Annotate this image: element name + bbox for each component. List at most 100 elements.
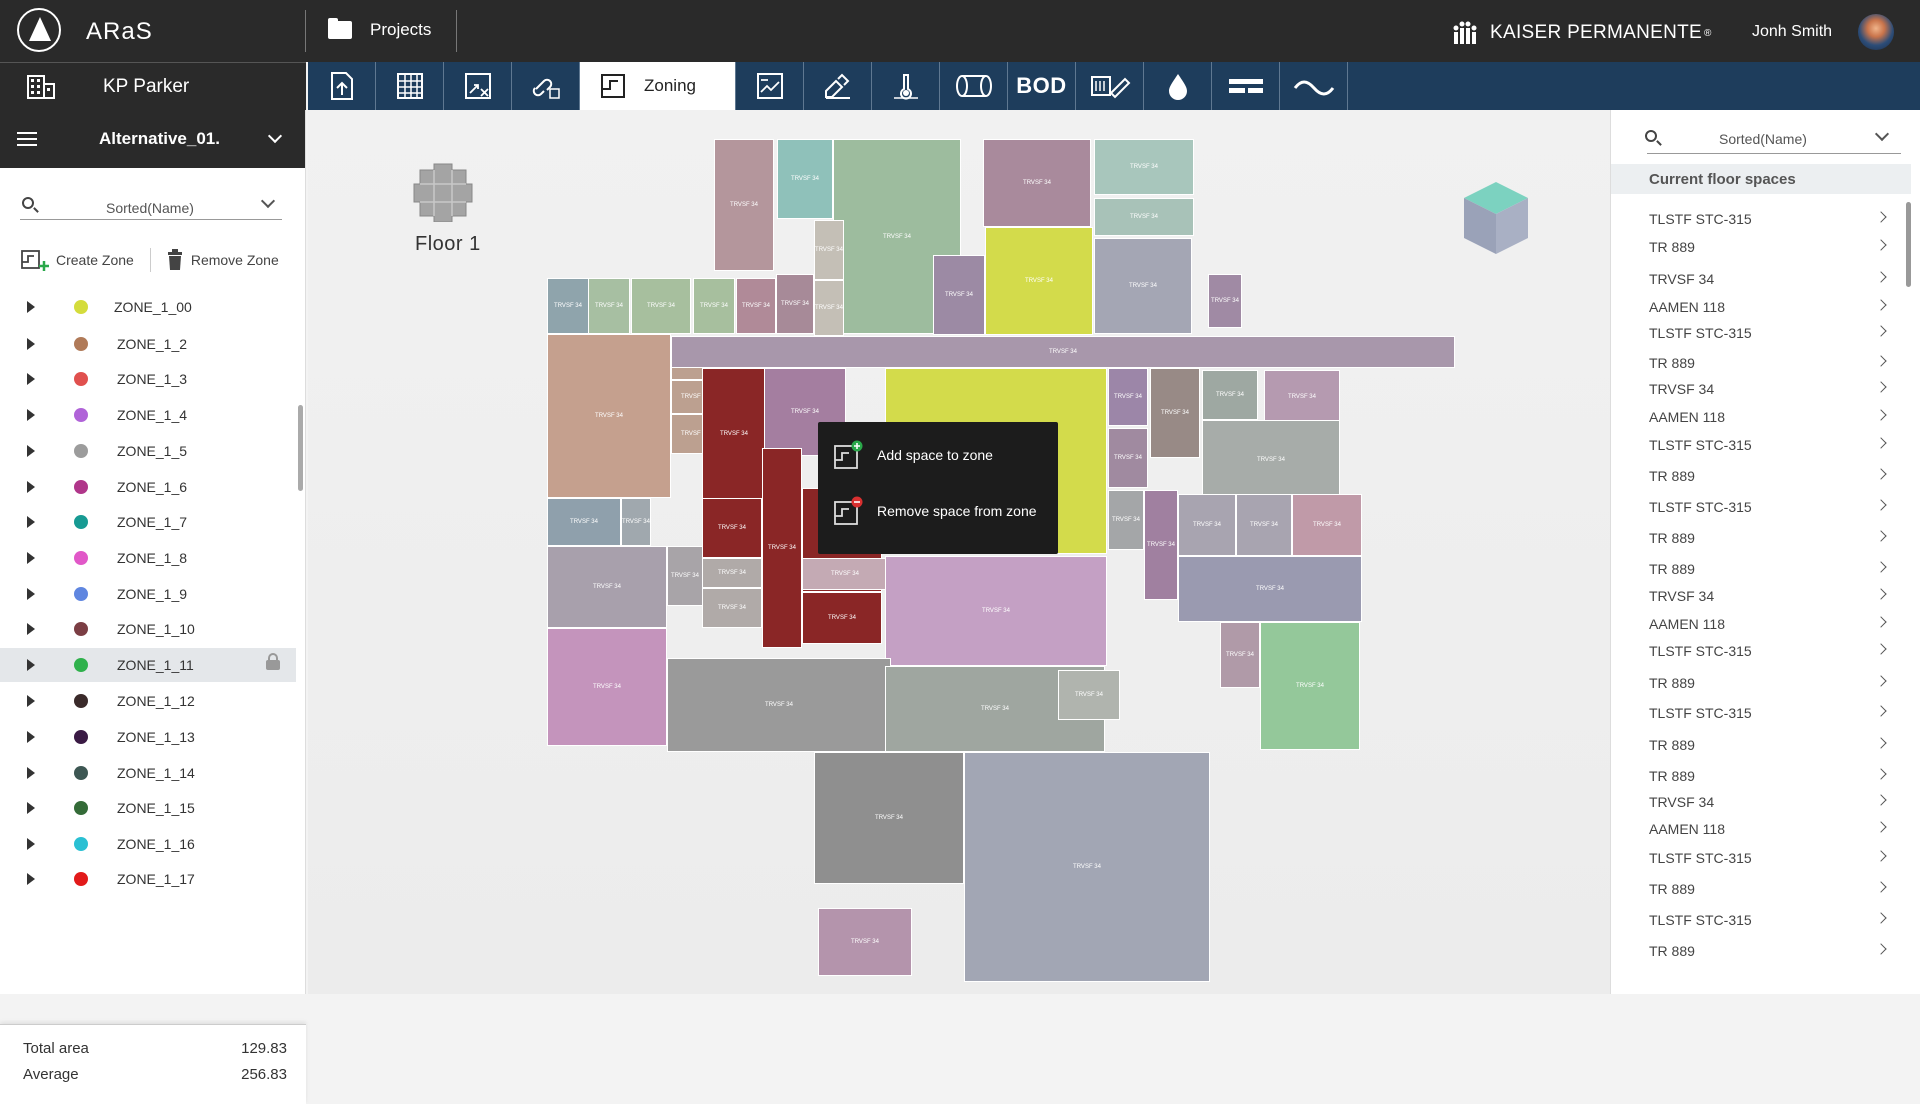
space-list-item[interactable]: TR 889 (1649, 673, 1899, 693)
create-zone-button[interactable]: Create Zone (20, 248, 134, 272)
space-list-item[interactable]: TR 889 (1649, 466, 1899, 486)
floor-space[interactable]: TRVSF 34 (714, 139, 774, 271)
space-list-item[interactable]: TR 889 (1649, 237, 1899, 257)
floor-space[interactable]: TRVSF 34 (1178, 494, 1236, 556)
link-tool-button[interactable] (512, 62, 580, 110)
floor-space[interactable]: TRVSF 34 (1108, 490, 1144, 550)
floor-space[interactable]: TRVSF 34 (1108, 428, 1148, 488)
thermometer-tool-button[interactable] (872, 62, 940, 110)
floor-space[interactable]: TRVSF 34 (1150, 368, 1200, 458)
space-list-item[interactable]: TLSTF STC-315 (1649, 910, 1899, 930)
space-list-item[interactable]: TLSTF STC-315 (1649, 848, 1899, 868)
lock-icon[interactable] (266, 653, 280, 670)
floor-space[interactable]: TRVSF 34 (667, 546, 703, 606)
expand-arrow-icon[interactable] (27, 623, 35, 635)
space-list-item[interactable]: TR 889 (1649, 879, 1899, 899)
floor-space[interactable]: TRVSF 34 (588, 278, 630, 334)
space-list-item[interactable]: AAMEN 118 (1649, 407, 1899, 427)
zone-row[interactable]: ZONE_1_9 (0, 577, 296, 611)
chevron-down-icon[interactable] (267, 128, 283, 144)
floorplan-tool-button[interactable] (444, 62, 512, 110)
duct-tool-button[interactable] (940, 62, 1008, 110)
floor-space[interactable]: TRVSF 34 (702, 588, 762, 628)
space-list-item[interactable]: TLSTF STC-315 (1649, 703, 1899, 723)
drop-tool-button[interactable] (1144, 62, 1212, 110)
zone-color-swatch[interactable] (74, 766, 88, 780)
zone-color-swatch[interactable] (74, 515, 88, 529)
expand-arrow-icon[interactable] (27, 695, 35, 707)
space-list-item[interactable]: AAMEN 118 (1649, 297, 1899, 317)
zone-color-swatch[interactable] (74, 622, 88, 636)
floor-space[interactable]: TRVSF 34 (1220, 622, 1260, 688)
grid-tool-button[interactable] (376, 62, 444, 110)
floor-space[interactable]: TRVSF 34 (802, 558, 888, 590)
zone-row[interactable]: ZONE_1_6 (0, 470, 296, 504)
tab-zoning[interactable]: Zoning (580, 62, 736, 110)
expand-arrow-icon[interactable] (27, 838, 35, 850)
zone-color-swatch[interactable] (74, 300, 88, 314)
zone-row[interactable]: ZONE_1_2 (0, 327, 296, 361)
upload-tool-button[interactable] (308, 62, 376, 110)
zone-row[interactable]: ZONE_1_5 (0, 434, 296, 468)
floor-space[interactable]: TRVSF 34 (985, 227, 1093, 335)
floor-space[interactable]: TRVSF 34 (802, 592, 882, 644)
zone-row[interactable]: ZONE_1_00 (0, 290, 296, 324)
space-list-item[interactable]: TR 889 (1649, 735, 1899, 755)
space-list-item[interactable]: TLSTF STC-315 (1649, 497, 1899, 517)
floor-space[interactable]: TRVSF 34 (702, 368, 766, 500)
floor-space[interactable]: TRVSF 34 (547, 546, 667, 628)
user-name[interactable]: Jonh Smith (1752, 23, 1832, 41)
bod-tool-button[interactable]: BOD (1008, 62, 1076, 110)
expand-arrow-icon[interactable] (27, 552, 35, 564)
valve-tool-button[interactable] (1076, 62, 1144, 110)
floor-space[interactable]: TRVSF 34 (814, 220, 844, 280)
expand-arrow-icon[interactable] (27, 373, 35, 385)
floor-space[interactable]: TRVSF 34 (1108, 368, 1148, 426)
zone-color-swatch[interactable] (74, 837, 88, 851)
zone-color-swatch[interactable] (74, 480, 88, 494)
floor-space[interactable]: TRVSF 34 (1260, 622, 1360, 750)
floor-space[interactable]: TRVSF 34 (1202, 420, 1340, 500)
projects-button[interactable]: Projects (328, 18, 431, 40)
floor-space[interactable]: TRVSF 34 (702, 558, 762, 588)
pipe-tool-button[interactable] (1212, 62, 1280, 110)
zone-color-swatch[interactable] (74, 587, 88, 601)
zone-color-swatch[interactable] (74, 801, 88, 815)
floor-space[interactable]: TRVSF 34 (1202, 370, 1258, 420)
zone-row[interactable]: ZONE_1_8 (0, 541, 296, 575)
zone-row[interactable]: ZONE_1_4 (0, 398, 296, 432)
space-list-item[interactable]: TLSTF STC-315 (1649, 209, 1899, 229)
floor-space[interactable]: TRVSF 34 (1208, 274, 1242, 328)
space-list-item[interactable]: TR 889 (1649, 941, 1899, 961)
zone-row[interactable]: ZONE_1_17 (0, 862, 296, 896)
expand-arrow-icon[interactable] (27, 516, 35, 528)
floor-space[interactable]: TRVSF 34 (777, 139, 833, 219)
floor-space[interactable]: TRVSF 34 (933, 255, 985, 335)
floor-space[interactable]: TRVSF 34 (885, 556, 1107, 666)
floor-space[interactable]: TRVSF 34 (631, 278, 691, 334)
floor-space[interactable]: TRVSF 34 (547, 498, 621, 546)
space-list-item[interactable]: TR 889 (1649, 766, 1899, 786)
floor-space[interactable]: TRVSF 34 (1094, 238, 1192, 334)
floor-space[interactable]: TRVSF 34 (702, 498, 762, 558)
zone-color-swatch[interactable] (74, 730, 88, 744)
expand-arrow-icon[interactable] (27, 873, 35, 885)
expand-arrow-icon[interactable] (27, 767, 35, 779)
expand-arrow-icon[interactable] (27, 481, 35, 493)
expand-arrow-icon[interactable] (27, 338, 35, 350)
zone-row[interactable]: ZONE_1_15 (0, 791, 296, 825)
remove-zone-button[interactable]: Remove Zone (167, 249, 279, 271)
floor-space[interactable]: TRVSF 34 (818, 908, 912, 976)
zone-sort-dropdown[interactable]: Sorted(Name) (20, 190, 282, 220)
scrollbar[interactable] (298, 405, 303, 491)
floor-space[interactable]: TRVSF 34 (1094, 139, 1194, 195)
floor-space[interactable]: TRVSF 34 (547, 278, 589, 334)
zone-color-swatch[interactable] (74, 872, 88, 886)
expand-arrow-icon[interactable] (27, 659, 35, 671)
layers-tool-button[interactable] (736, 62, 804, 110)
zone-row[interactable]: ZONE_1_11 (0, 648, 296, 682)
zone-row[interactable]: ZONE_1_3 (0, 362, 296, 396)
space-list-item[interactable]: AAMEN 118 (1649, 819, 1899, 839)
floor-space[interactable]: TRVSF 34 (762, 448, 802, 648)
floor-space[interactable]: TRVSF 34 (964, 752, 1210, 982)
